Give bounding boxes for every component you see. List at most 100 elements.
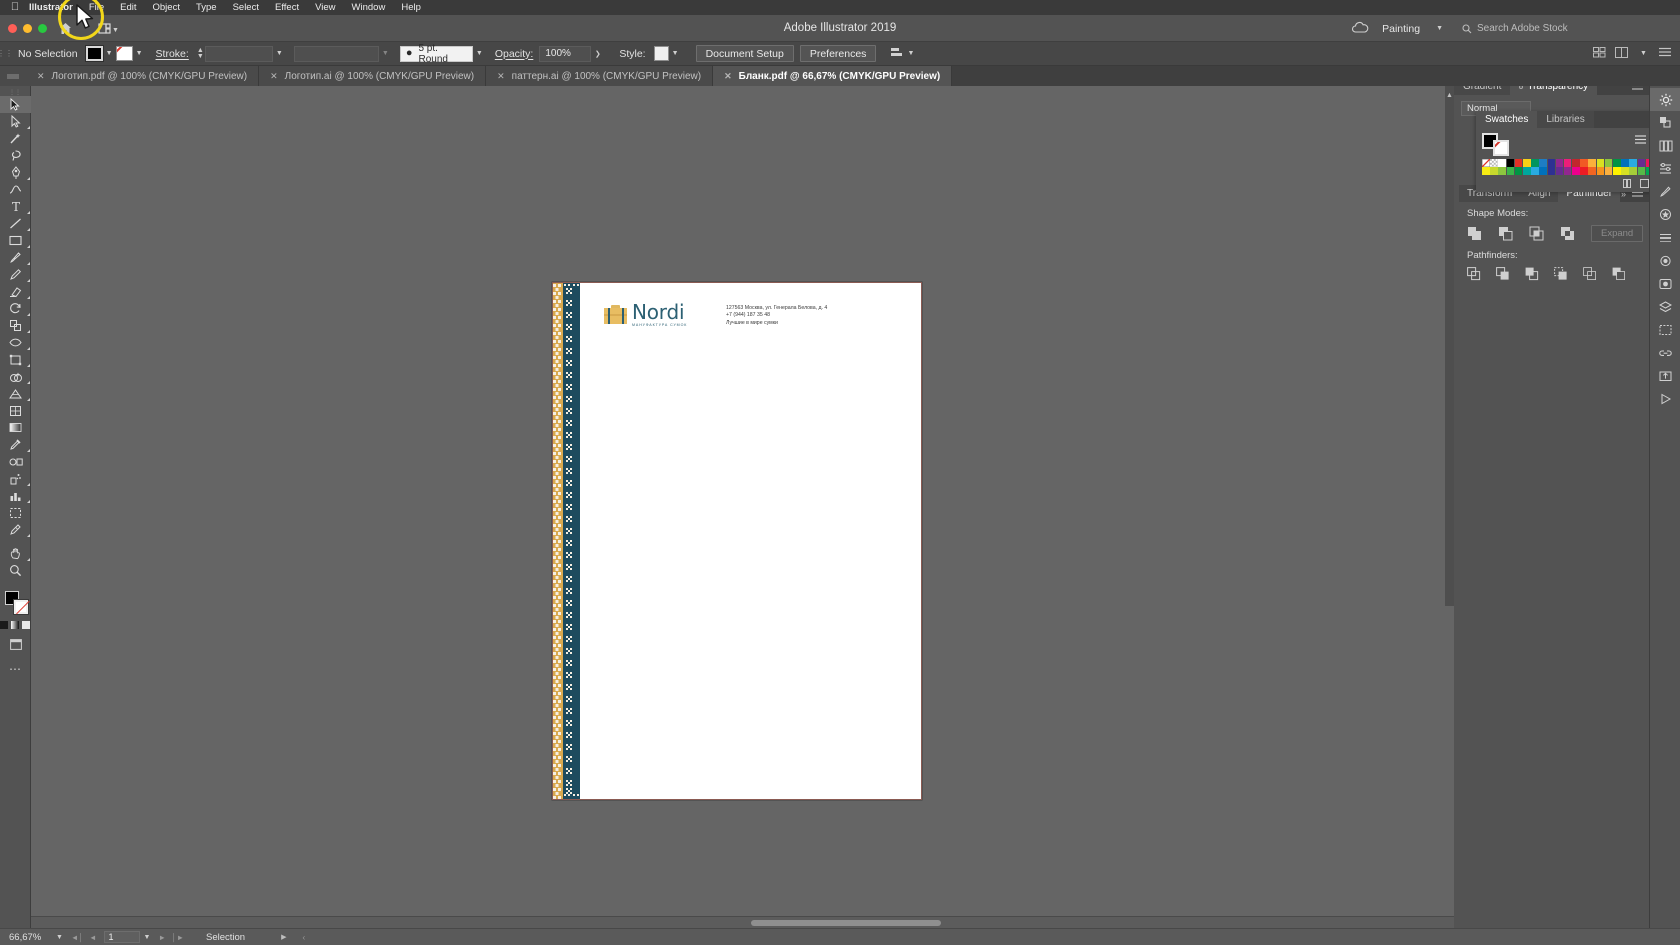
appearance-icon[interactable] (1650, 249, 1680, 272)
status-resize-grip[interactable]: ‹ (302, 933, 305, 942)
menu-select[interactable]: Select (225, 2, 267, 13)
symbol-sprayer-tool[interactable] (0, 470, 31, 487)
links-icon[interactable] (1650, 341, 1680, 364)
divide-icon[interactable] (1467, 267, 1482, 282)
scale-tool[interactable] (0, 317, 31, 334)
stroke-color-swatch[interactable] (115, 46, 133, 61)
close-icon[interactable]: ✕ (37, 71, 45, 82)
next-page-icon[interactable]: ► (158, 933, 165, 942)
layers-icon[interactable] (1650, 295, 1680, 318)
menu-edit[interactable]: Edit (112, 2, 144, 13)
blend-tool[interactable] (0, 453, 31, 470)
swatch-color[interactable] (1514, 167, 1523, 175)
first-page-icon[interactable]: ◄│ (71, 933, 83, 942)
actions-icon[interactable] (1650, 387, 1680, 410)
swatch-color[interactable] (1580, 167, 1588, 175)
opacity-label[interactable]: Opacity: (495, 48, 534, 60)
stroke-weight-field[interactable] (204, 45, 273, 62)
rectangle-tool[interactable] (0, 232, 31, 249)
align-chevron-icon[interactable]: ▼ (904, 46, 917, 61)
stroke-label[interactable]: Stroke: (156, 48, 189, 60)
tab-bar-grip[interactable] (0, 66, 26, 86)
rotate-tool[interactable] (0, 300, 31, 317)
asset-export-icon[interactable] (1650, 364, 1680, 387)
swatch-color[interactable] (1563, 159, 1572, 167)
edit-toolbar-icon[interactable]: ⋯ (0, 660, 31, 677)
swatches-fill-stroke[interactable] (1482, 133, 1512, 156)
document-tab-blank-pdf[interactable]: ✕ Бланк.pdf @ 66,67% (CMYK/GPU Preview) (713, 66, 953, 86)
fill-dropdown-chevron-icon[interactable]: ▼ (103, 46, 116, 61)
swatch-color[interactable] (1547, 167, 1556, 175)
menu-illustrator[interactable]: Illustrator (21, 2, 81, 13)
eyedropper-tool[interactable] (0, 436, 31, 453)
expand-button[interactable]: Expand (1591, 225, 1644, 242)
swatches-grid[interactable] (1482, 159, 1665, 175)
menu-window[interactable]: Window (344, 2, 394, 13)
last-page-icon[interactable]: │► (172, 933, 184, 942)
canvas-area[interactable]: Nordi мануфактура сумок 127563 Москва, у… (31, 86, 1680, 928)
swatch-none[interactable] (1482, 159, 1490, 167)
cloud-sync-icon[interactable] (1351, 21, 1369, 37)
preferences-button[interactable]: Preferences (799, 45, 877, 62)
line-segment-tool[interactable] (0, 215, 31, 232)
color-mode-gradient-icon[interactable] (11, 621, 19, 629)
style-chevron-icon[interactable]: ▼ (669, 46, 682, 61)
document-tab-pattern-ai[interactable]: ✕ паттерн.ai @ 100% (CMYK/GPU Preview) (486, 66, 714, 86)
workspace-switcher[interactable]: Painting ▼ (1375, 20, 1450, 38)
shape-builder-tool[interactable] (0, 368, 31, 385)
list-view-icon[interactable] (1634, 133, 1647, 145)
swatch-color[interactable] (1604, 159, 1613, 167)
gradient-tool[interactable] (0, 419, 31, 436)
screen-mode-icon[interactable] (0, 636, 31, 653)
swatch-color[interactable] (1621, 167, 1629, 175)
tab-libraries[interactable]: Libraries (1537, 111, 1594, 128)
mesh-tool[interactable] (0, 402, 31, 419)
previous-page-icon[interactable]: ◄ (89, 933, 96, 942)
zoom-level-value[interactable]: 66,67% (0, 932, 56, 943)
swatch-color[interactable] (1629, 159, 1637, 167)
swatch-color[interactable] (1514, 159, 1523, 167)
swatch-color[interactable] (1572, 167, 1580, 175)
menu-help[interactable]: Help (393, 2, 429, 13)
libraries-icon[interactable] (1650, 134, 1680, 157)
unite-icon[interactable] (1467, 226, 1482, 241)
pen-tool[interactable] (0, 164, 31, 181)
swatch-color[interactable] (1522, 159, 1531, 167)
column-graph-tool[interactable] (0, 487, 31, 504)
perspective-grid-tool[interactable] (0, 385, 31, 402)
swatch-color[interactable] (1572, 159, 1580, 167)
hand-tool[interactable] (0, 545, 31, 562)
zoom-chevron-icon[interactable]: ▼ (56, 934, 71, 941)
opacity-field[interactable]: 100% (539, 45, 592, 62)
color-icon[interactable] (1650, 111, 1680, 134)
swatch-color[interactable] (1498, 167, 1506, 175)
document-tab-logotip-ai[interactable]: ✕ Логотип.ai @ 100% (CMYK/GPU Preview) (259, 66, 487, 86)
panel-collapse-button[interactable]: ▲ (1445, 86, 1454, 606)
status-flyout-icon[interactable]: ▶ (281, 933, 286, 941)
intersect-icon[interactable] (1529, 226, 1544, 241)
trim-icon[interactable] (1496, 267, 1511, 282)
swatch-color[interactable] (1596, 159, 1605, 167)
minus-front-icon[interactable] (1498, 226, 1513, 241)
swatch-color[interactable] (1563, 167, 1572, 175)
panel-menu-icon[interactable] (1659, 47, 1671, 60)
close-icon[interactable]: ✕ (270, 71, 278, 82)
swatch-color[interactable] (1539, 159, 1547, 167)
menu-view[interactable]: View (307, 2, 343, 13)
direct-selection-tool[interactable] (0, 113, 31, 130)
artboard-blank[interactable]: Nordi мануфактура сумок 127563 Москва, у… (552, 282, 922, 800)
swatch-color[interactable] (1506, 167, 1515, 175)
brush-definition-field[interactable]: ● 5 pt. Round (399, 43, 473, 65)
document-tab-logotip-pdf[interactable]: ✕ Логотип.pdf @ 100% (CMYK/GPU Preview) (26, 66, 260, 86)
stroke-weight-chevron-icon[interactable]: ▼ (273, 46, 286, 61)
selection-tool[interactable] (0, 96, 31, 113)
page-chevron-icon[interactable]: ▼ (140, 934, 159, 941)
stroke-icon[interactable] (1650, 226, 1680, 249)
menu-file[interactable]: File (81, 2, 112, 13)
graphic-style-swatch[interactable] (653, 46, 669, 61)
free-transform-tool[interactable] (0, 351, 31, 368)
swatch-color[interactable] (1498, 159, 1506, 167)
color-mode-none-icon[interactable] (22, 621, 30, 629)
crop-icon[interactable] (1554, 267, 1569, 282)
swatch-color[interactable] (1522, 167, 1531, 175)
